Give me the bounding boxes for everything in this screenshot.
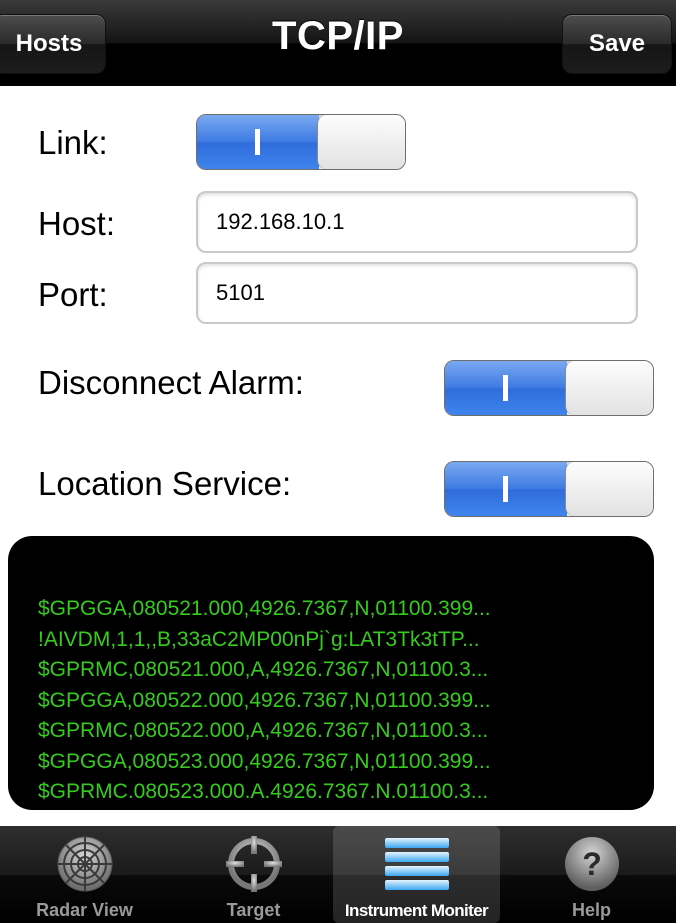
tab-label: Help: [571, 900, 611, 920]
svg-text:?: ?: [582, 846, 602, 882]
link-toggle-knob: [317, 115, 405, 169]
tab-bar: Radar View Target Instrument Moniter ? H…: [0, 826, 676, 923]
tab-label: Instrument Moniter: [344, 901, 489, 920]
tab-radar-view[interactable]: Radar View: [0, 826, 169, 923]
help-icon: ?: [562, 834, 622, 899]
location-service-toggle-knob: [565, 462, 653, 516]
location-service-label: Location Service:: [38, 465, 292, 502]
disconnect-alarm-toggle[interactable]: [444, 360, 654, 416]
instrument-monitor-icon: [384, 834, 449, 903]
host-input[interactable]: [198, 193, 616, 251]
port-field-frame: [196, 262, 638, 324]
log-line: $GPGGA,080522.000,4926.7367,N,01100.399.…: [38, 688, 491, 712]
log-line: $GPRMC.080523.000.A.4926.7367.N.01100.3.…: [38, 780, 489, 803]
tab-label: Radar View: [36, 900, 133, 920]
disconnect-alarm-toggle-knob: [565, 361, 653, 415]
location-service-toggle[interactable]: [444, 461, 654, 517]
log-line: !AIVDM,1,1,,B,33aC2MP00nPj`g:LAT3Tk3tTP.…: [38, 627, 480, 651]
nmea-log: $GPGGA,080521.000,4926.7367,N,01100.399.…: [38, 594, 491, 808]
link-toggle[interactable]: [196, 114, 406, 170]
link-label: Link:: [38, 124, 108, 161]
save-button[interactable]: Save: [562, 14, 672, 74]
radar-icon: [55, 834, 115, 899]
navigation-bar: Hosts TCP/IP Save: [0, 0, 676, 86]
log-line: $GPRMC,080521.000,A,4926.7367,N,01100.3.…: [38, 658, 489, 681]
port-input[interactable]: [198, 264, 616, 322]
port-label: Port:: [38, 276, 108, 313]
host-field-frame: [196, 191, 638, 253]
nmea-monitor-panel[interactable]: $GPGGA,080521.000,4926.7367,N,01100.399.…: [8, 536, 654, 810]
tab-help[interactable]: ? Help: [507, 826, 676, 923]
host-label: Host:: [38, 205, 116, 242]
log-line: $GPGGA,080521.000,4926.7367,N,01100.399.…: [38, 597, 491, 620]
crosshair-icon: [224, 834, 284, 899]
tab-target[interactable]: Target: [169, 826, 338, 923]
log-line: $GPGGA,080523.000,4926.7367,N,01100.399.…: [38, 749, 491, 773]
disconnect-alarm-label: Disconnect Alarm:: [38, 364, 304, 401]
log-line: $GPRMC,080522.000,A,4926.7367,N,01100.3.…: [38, 719, 489, 742]
tab-instrument-moniter[interactable]: Instrument Moniter: [333, 826, 500, 923]
tab-label: Target: [226, 900, 281, 920]
